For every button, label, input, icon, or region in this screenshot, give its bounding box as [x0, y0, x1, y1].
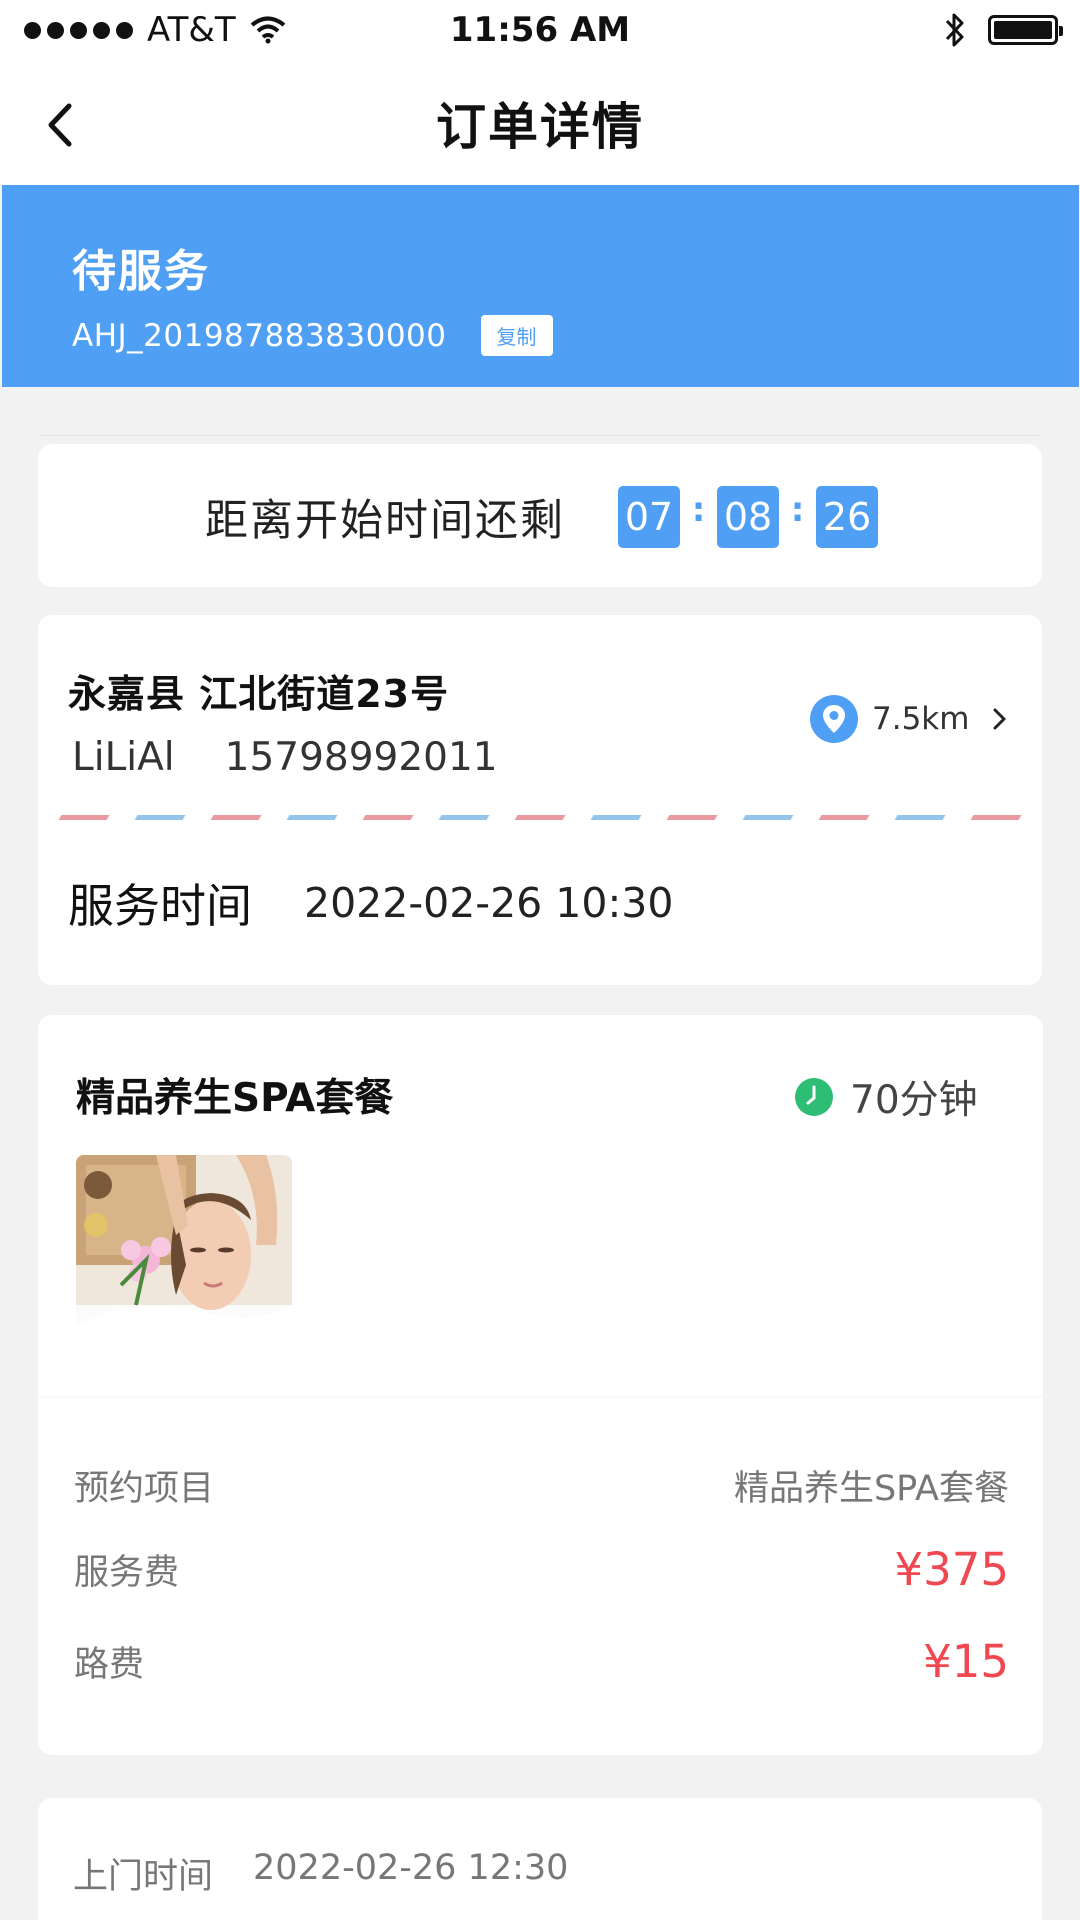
address-location: 永嘉县 江北街道23号 — [68, 672, 450, 716]
timer-separator: : — [691, 490, 706, 530]
order-number: AHJ_201987883830000 — [72, 317, 447, 354]
divider — [38, 435, 1042, 436]
chevron-right-icon — [993, 708, 1006, 730]
package-duration: 70分钟 — [794, 1069, 978, 1125]
travel-fee-price: ¥15 — [923, 1635, 1009, 1688]
service-time-value: 2022-02-26 10:30 — [304, 879, 674, 927]
visit-card: 上门时间 2022-02-26 12:30 — [38, 1798, 1042, 1920]
service-fee-price: ¥375 — [894, 1543, 1009, 1596]
countdown-timer: 07 : 08 : 26 — [618, 486, 878, 548]
service-time-row: 服务时间 2022-02-26 10:30 — [68, 870, 673, 936]
contact-phone[interactable]: 15798992011 — [225, 735, 498, 780]
status-bar: AT&T 11:56 AM — [0, 0, 1080, 60]
order-number-row: AHJ_201987883830000 复制 — [72, 315, 1079, 356]
status-right — [944, 12, 1063, 48]
signal-icon — [24, 21, 133, 39]
back-button[interactable] — [30, 95, 90, 155]
package-card: 精品养生SPA套餐 70分钟 预约项目 精品养生SPA套餐 服务费 ¥375 路… — [38, 1015, 1043, 1755]
detail-row: 服务费 ¥375 — [74, 1543, 1009, 1596]
clock-icon — [795, 1078, 833, 1116]
package-name: 精品养生SPA套餐 — [76, 1076, 394, 1121]
status-left: AT&T — [24, 10, 286, 50]
contact-name: LiLiAl — [72, 735, 175, 780]
detail-label: 服务费 — [74, 1553, 180, 1593]
envelope-stripe — [58, 815, 1022, 823]
spa-photo-icon — [76, 1155, 292, 1367]
nav-bar: 订单详情 — [0, 60, 1080, 185]
battery-icon — [988, 15, 1063, 45]
package-thumbnail[interactable] — [76, 1155, 292, 1367]
carrier-label: AT&T — [147, 10, 236, 50]
divider — [38, 1395, 1043, 1399]
visit-time-row: 上门时间 2022-02-26 12:30 — [73, 1848, 568, 1899]
order-status: 待服务 — [72, 246, 210, 297]
address-card: 永嘉县 江北街道23号 LiLiAl 15798992011 7.5km 服务时… — [38, 615, 1042, 985]
detail-value: 精品养生SPA套餐 — [733, 1469, 1009, 1509]
order-status-banner: 待服务 AHJ_201987883830000 复制 — [2, 185, 1079, 387]
address-contact: LiLiAl 15798992011 — [72, 735, 498, 780]
detail-row: 预约项目 精品养生SPA套餐 — [74, 1460, 1009, 1511]
bluetooth-icon — [945, 13, 964, 47]
distance-link[interactable]: 7.5km — [810, 695, 1011, 743]
detail-label: 路费 — [74, 1645, 145, 1685]
countdown-label: 距离开始时间还剩 — [205, 496, 565, 546]
timer-seconds: 26 — [816, 486, 878, 548]
detail-row: 路费 ¥15 — [74, 1635, 1009, 1688]
countdown-card: 距离开始时间还剩 07 : 08 : 26 — [38, 444, 1042, 587]
duration-text: 70分钟 — [850, 1078, 978, 1123]
chevron-left-icon — [48, 103, 72, 147]
wifi-icon — [250, 16, 285, 44]
visit-time-value: 2022-02-26 12:30 — [253, 1848, 569, 1888]
page-title: 订单详情 — [436, 97, 644, 156]
detail-label: 预约项目 — [74, 1469, 215, 1509]
visit-time-label: 上门时间 — [73, 1857, 214, 1897]
copy-button[interactable]: 复制 — [480, 315, 553, 356]
service-time-label: 服务时间 — [68, 879, 252, 933]
distance-text: 7.5km — [872, 701, 970, 737]
timer-separator: : — [790, 490, 805, 530]
location-pin-icon — [810, 695, 858, 743]
timer-hours: 07 — [618, 486, 680, 548]
timer-minutes: 08 — [717, 486, 779, 548]
